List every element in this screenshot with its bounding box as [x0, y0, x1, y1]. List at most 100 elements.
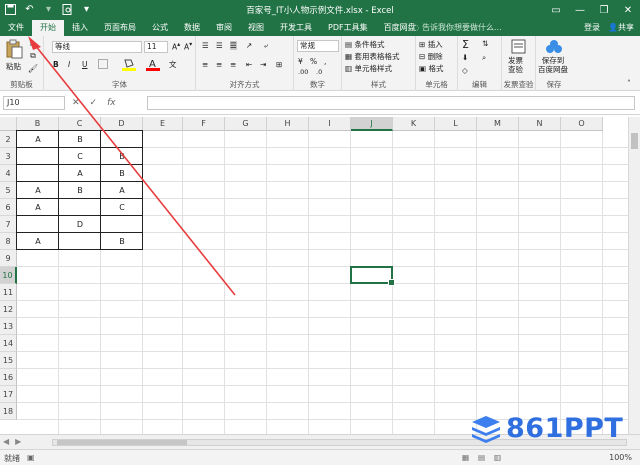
column-header-M[interactable]: M — [477, 117, 519, 131]
copy-icon[interactable]: ⧉ — [28, 51, 38, 61]
align-right-icon[interactable]: ≡ — [230, 60, 236, 69]
row-header-17[interactable]: 17 — [0, 386, 17, 403]
autosum-icon[interactable]: Σ — [462, 38, 469, 51]
ribbon-display-icon[interactable]: ▭ — [544, 0, 568, 20]
row-header-11[interactable]: 11 — [0, 284, 17, 301]
row-header-5[interactable]: 5 — [0, 182, 17, 199]
login-link[interactable]: 登录 — [584, 22, 600, 33]
column-header-H[interactable]: H — [267, 117, 309, 131]
row-header-13[interactable]: 13 — [0, 318, 17, 335]
horizontal-scroll-thumb[interactable] — [57, 440, 187, 445]
row-header-9[interactable]: 9 — [0, 250, 17, 267]
column-header-B[interactable]: B — [17, 117, 59, 131]
indent-decrease-icon[interactable]: ⇤ — [246, 60, 252, 69]
font-name-dropdown[interactable]: 等线 — [52, 41, 142, 53]
invoice-check-button[interactable]: 发票 查验 — [508, 56, 523, 74]
insert-cells-button[interactable]: ⊞ 插入 — [419, 39, 443, 50]
tab-7[interactable]: 视图 — [240, 20, 272, 36]
align-bottom-icon[interactable]: ☰ — [230, 41, 237, 50]
share-button[interactable]: 👤共享 — [608, 22, 634, 33]
cell-D4[interactable]: B — [101, 165, 143, 182]
cell-C5[interactable]: B — [59, 182, 101, 199]
row-header-4[interactable]: 4 — [0, 165, 17, 182]
find-select-icon[interactable]: ⌕ — [482, 53, 486, 63]
tab-4[interactable]: 公式 — [144, 20, 176, 36]
fill-color-icon[interactable] — [122, 58, 136, 73]
format-cells-button[interactable]: ▣ 格式 — [419, 63, 443, 74]
delete-cells-button[interactable]: ⊟ 删除 — [419, 51, 443, 62]
close-icon[interactable]: ✕ — [616, 0, 640, 20]
cell-B6[interactable]: A — [17, 199, 59, 216]
cell-D6[interactable]: C — [101, 199, 143, 216]
tab-2[interactable]: 插入 — [64, 20, 96, 36]
enter-icon[interactable]: ✓ — [90, 98, 98, 108]
tab-3[interactable]: 页面布局 — [96, 20, 144, 36]
minimize-icon[interactable]: — — [568, 0, 592, 20]
cell-D8[interactable]: B — [101, 233, 143, 250]
page-layout-icon[interactable]: ▤ — [478, 453, 485, 462]
paste-label[interactable]: 粘贴 — [6, 61, 21, 72]
format-as-table-button[interactable]: ▦ 套用表格格式 — [345, 51, 399, 62]
column-header-I[interactable]: I — [309, 117, 351, 131]
next-sheet-icon[interactable]: ▶ — [15, 437, 21, 446]
column-header-G[interactable]: G — [225, 117, 267, 131]
align-middle-icon[interactable]: ☰ — [216, 41, 223, 50]
phonetic-icon[interactable]: 文 — [169, 59, 177, 70]
insert-function-icon[interactable]: fx — [107, 98, 116, 108]
normal-view-icon[interactable]: ▦ — [462, 453, 469, 462]
vertical-scrollbar[interactable] — [628, 117, 640, 434]
font-color-icon[interactable]: A — [146, 58, 160, 73]
align-left-icon[interactable]: ≡ — [202, 60, 208, 69]
cell-styles-button[interactable]: ▥ 单元格样式 — [345, 63, 392, 74]
row-header-15[interactable]: 15 — [0, 352, 17, 369]
underline-button[interactable]: U — [82, 60, 88, 69]
select-all-corner[interactable] — [0, 117, 17, 131]
row-header-18[interactable]: 18 — [0, 403, 17, 420]
border-icon[interactable] — [98, 59, 108, 71]
sort-filter-icon[interactable]: ⇅ — [482, 39, 488, 48]
prev-sheet-icon[interactable]: ◀ — [3, 437, 9, 446]
tab-8[interactable]: 开发工具 — [272, 20, 320, 36]
merge-icon[interactable]: ⊞ — [276, 60, 282, 69]
baidu-cloud-icon[interactable] — [546, 39, 562, 56]
column-header-C[interactable]: C — [59, 117, 101, 131]
row-header-6[interactable]: 6 — [0, 199, 17, 216]
tab-1[interactable]: 开始 — [32, 20, 64, 36]
tab-5[interactable]: 数据 — [176, 20, 208, 36]
cell-C2[interactable]: B — [59, 131, 101, 148]
paste-button[interactable] — [4, 39, 24, 61]
cell-B5[interactable]: A — [17, 182, 59, 199]
invoice-check-icon[interactable] — [511, 39, 526, 56]
conditional-format-button[interactable]: ▤ 条件格式 — [345, 39, 384, 50]
fill-icon[interactable]: ⬇ — [462, 53, 468, 62]
cell-D5[interactable]: A — [101, 182, 143, 199]
column-header-J[interactable]: J — [351, 117, 393, 131]
wrap-text-icon[interactable]: ⤶ — [264, 41, 268, 51]
column-header-O[interactable]: O — [561, 117, 603, 131]
zoom-level[interactable]: 100% — [609, 453, 632, 462]
column-header-K[interactable]: K — [393, 117, 435, 131]
row-header-8[interactable]: 8 — [0, 233, 17, 250]
selected-cell[interactable] — [350, 266, 395, 286]
row-header-10[interactable]: 10 — [0, 267, 17, 284]
font-size-dropdown[interactable]: 11 — [144, 41, 168, 53]
increase-decimal-icon[interactable]: .00 — [298, 68, 308, 76]
row-header-12[interactable]: 12 — [0, 301, 17, 318]
collapse-ribbon-icon[interactable]: ˄ — [627, 79, 631, 88]
cancel-icon[interactable]: ✕ — [72, 98, 80, 108]
align-center-icon[interactable]: ≡ — [216, 60, 222, 69]
row-header-14[interactable]: 14 — [0, 335, 17, 352]
cell-C4[interactable]: A — [59, 165, 101, 182]
cell-C7[interactable]: D — [59, 216, 101, 233]
column-header-D[interactable]: D — [101, 117, 143, 131]
increase-font-icon[interactable]: A▴ — [172, 41, 180, 52]
column-header-F[interactable]: F — [183, 117, 225, 131]
cell-B2[interactable]: A — [17, 131, 59, 148]
row-header-16[interactable]: 16 — [0, 369, 17, 386]
clear-icon[interactable]: ◇ — [462, 66, 468, 75]
formula-input[interactable] — [147, 96, 635, 110]
vertical-scroll-thumb[interactable] — [631, 133, 638, 149]
italic-button[interactable]: I — [68, 60, 70, 69]
decrease-font-icon[interactable]: A▾ — [184, 41, 192, 52]
column-header-N[interactable]: N — [519, 117, 561, 131]
